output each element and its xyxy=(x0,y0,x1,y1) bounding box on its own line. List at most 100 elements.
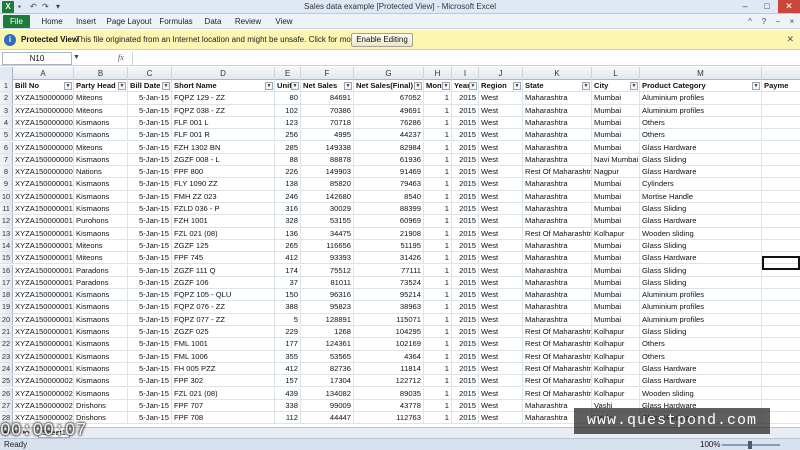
table-cell[interactable]: 5-Jan-15 xyxy=(128,387,172,399)
table-cell[interactable]: XYZA1500000020 xyxy=(13,375,74,387)
close-button[interactable]: ✕ xyxy=(778,0,800,13)
table-cell[interactable] xyxy=(762,203,800,214)
table-cell[interactable]: Maharashtra xyxy=(523,178,592,190)
table-cell[interactable] xyxy=(762,154,800,165)
table-cell[interactable]: 2015 xyxy=(452,399,479,412)
row-number[interactable]: 2 xyxy=(0,92,13,104)
row-number[interactable]: 22 xyxy=(0,338,13,350)
column-letter-header[interactable]: G xyxy=(354,67,424,80)
column-letter-header[interactable]: C xyxy=(128,67,172,80)
table-cell[interactable]: 157 xyxy=(275,375,301,387)
table-cell[interactable]: Kismaons xyxy=(74,313,128,325)
table-cell[interactable]: 1 xyxy=(424,166,452,178)
table-cell[interactable]: Glass Hardware xyxy=(640,166,762,178)
table-cell[interactable]: 5-Jan-15 xyxy=(128,375,172,387)
table-cell[interactable]: Kismaons xyxy=(74,190,128,202)
table-cell[interactable]: 5-Jan-15 xyxy=(128,153,172,166)
table-cell[interactable]: 17304 xyxy=(301,375,354,387)
table-cell[interactable]: 2015 xyxy=(452,153,479,166)
table-cell[interactable]: 5-Jan-15 xyxy=(128,399,172,412)
table-cell[interactable]: 123 xyxy=(275,116,301,129)
table-cell[interactable]: XYZA1500000018 xyxy=(13,289,74,301)
table-cell[interactable] xyxy=(762,388,800,399)
table-cell[interactable]: Maharashtra xyxy=(523,215,592,227)
table-cell[interactable]: XYZA1500000024 xyxy=(13,399,74,412)
ribbon-collapse-icon[interactable]: ^ xyxy=(744,15,756,28)
column-letter-header[interactable]: D xyxy=(172,67,275,80)
column-header-cell[interactable]: State ▼ xyxy=(523,80,592,92)
table-cell[interactable]: Mumbai xyxy=(592,301,640,313)
table-cell[interactable]: 95823 xyxy=(301,301,354,313)
table-cell[interactable]: 2015 xyxy=(452,326,479,338)
column-header-cell[interactable]: Product Category ▼ xyxy=(640,80,762,92)
zoom-level[interactable]: 100% xyxy=(700,440,720,449)
table-cell[interactable]: Kismaons xyxy=(74,338,128,350)
row-number[interactable]: 13 xyxy=(0,227,13,239)
filter-dropdown-icon[interactable]: ▼ xyxy=(513,82,521,90)
table-cell[interactable]: Maharashtra xyxy=(523,301,592,313)
table-cell[interactable]: ZGZF 025 xyxy=(172,326,275,338)
column-letter-header[interactable]: F xyxy=(301,67,354,80)
table-cell[interactable]: FPF 800 xyxy=(172,166,275,178)
table-cell[interactable] xyxy=(762,363,800,374)
table-cell[interactable]: West xyxy=(479,350,523,362)
table-cell[interactable]: Aluminium profiles xyxy=(640,104,762,116)
table-cell[interactable]: 1 xyxy=(424,313,452,325)
table-cell[interactable] xyxy=(762,326,800,337)
table-cell[interactable]: 70386 xyxy=(301,104,354,116)
table-cell[interactable]: 338 xyxy=(275,399,301,412)
help-icon[interactable]: ? xyxy=(758,15,770,28)
table-cell[interactable]: 5-Jan-15 xyxy=(128,178,172,190)
table-cell[interactable]: Mumbai xyxy=(592,313,640,325)
column-header-cell[interactable]: Units ▼ xyxy=(275,80,301,92)
table-cell[interactable]: Kismaons xyxy=(74,387,128,399)
table-cell[interactable] xyxy=(762,142,800,153)
table-cell[interactable]: XYZA1500000015 xyxy=(13,239,74,252)
table-cell[interactable]: Maharashtra xyxy=(523,190,592,202)
row-number[interactable]: 6 xyxy=(0,141,13,153)
table-cell[interactable]: Maharashtra xyxy=(523,116,592,129)
table-cell[interactable]: 81011 xyxy=(301,276,354,289)
row-number[interactable]: 26 xyxy=(0,387,13,399)
row-number[interactable]: 5 xyxy=(0,129,13,141)
table-cell[interactable]: 1 xyxy=(424,178,452,190)
protected-view-message[interactable]: This file originated from an Internet lo… xyxy=(76,35,386,44)
table-cell[interactable]: 37 xyxy=(275,276,301,289)
table-cell[interactable]: Miteons xyxy=(74,92,128,104)
table-cell[interactable]: 95214 xyxy=(354,289,424,301)
table-cell[interactable]: Mumbai xyxy=(592,264,640,276)
table-cell[interactable]: 226 xyxy=(275,166,301,178)
table-cell[interactable]: Purohons xyxy=(74,215,128,227)
filter-dropdown-icon[interactable]: ▼ xyxy=(469,82,477,90)
table-cell[interactable]: Kismaons xyxy=(74,289,128,301)
row-number[interactable]: 19 xyxy=(0,301,13,313)
table-cell[interactable]: Glass Hardware xyxy=(640,252,762,264)
table-cell[interactable]: West xyxy=(479,203,523,215)
table-cell[interactable]: 88399 xyxy=(354,203,424,215)
table-cell[interactable]: 412 xyxy=(275,362,301,375)
table-cell[interactable]: XYZA1500000004 xyxy=(13,129,74,141)
table-cell[interactable]: Kismaons xyxy=(74,116,128,129)
table-cell[interactable]: 1 xyxy=(424,301,452,313)
column-letter-header[interactable]: L xyxy=(592,67,640,80)
table-cell[interactable]: Kolhapur xyxy=(592,362,640,375)
table-cell[interactable]: Others xyxy=(640,338,762,350)
maximize-button[interactable]: □ xyxy=(756,0,778,13)
table-cell[interactable] xyxy=(762,228,800,239)
table-cell[interactable]: 70718 xyxy=(301,116,354,129)
table-cell[interactable]: 5-Jan-15 xyxy=(128,289,172,301)
table-cell[interactable]: 1 xyxy=(424,239,452,252)
table-cell[interactable]: Rest Of Maharashtra xyxy=(523,387,592,399)
table-cell[interactable]: XYZA1500000016 xyxy=(13,264,74,276)
table-cell[interactable]: 5-Jan-15 xyxy=(128,326,172,338)
table-cell[interactable]: 1 xyxy=(424,412,452,424)
table-cell[interactable]: Others xyxy=(640,350,762,362)
table-cell[interactable]: XYZA1500000006 xyxy=(13,153,74,166)
table-cell[interactable]: 149903 xyxy=(301,166,354,178)
table-cell[interactable]: Glass Hardware xyxy=(640,375,762,387)
table-cell[interactable]: FZH 1001 xyxy=(172,215,275,227)
table-cell[interactable]: Kismaons xyxy=(74,153,128,166)
table-cell[interactable]: Others xyxy=(640,129,762,141)
table-cell[interactable]: Others xyxy=(640,116,762,129)
table-cell[interactable]: 8540 xyxy=(354,190,424,202)
